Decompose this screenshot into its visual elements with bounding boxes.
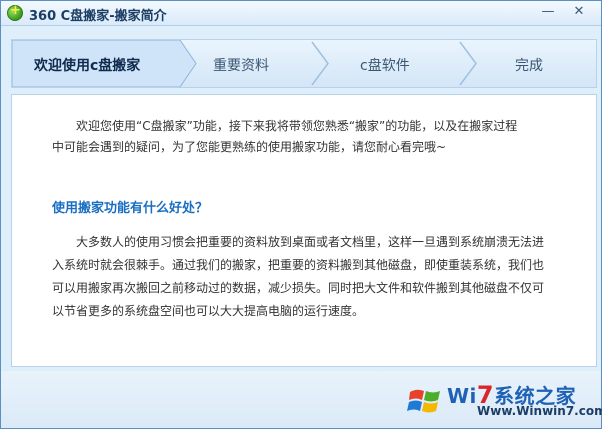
window-title: 360 C盘搬家-搬家简介 — [29, 9, 167, 24]
windows-logo-icon — [407, 389, 440, 413]
body-text-line: 入系统时就会很棘手。通过我们的搬家，把重要的资料搬到其他磁盘，即使重装系统，我们… — [52, 258, 545, 272]
step-welcome: 欢迎使用c盘搬家 — [34, 58, 141, 74]
watermark-brand-prefix: Wi — [447, 384, 477, 408]
section-heading: 使用搬家功能有什么好处？ — [52, 201, 209, 216]
body-text-line: 可以用搬家再次搬回之前移动过的数据，减少损失。同时把大文件和软件搬到其他磁盘不仅… — [52, 281, 545, 295]
step-important-data: 重要资料 — [213, 58, 269, 74]
wizard-steps: 欢迎使用c盘搬家 重要资料 c盘软件 完成 — [11, 39, 597, 88]
intro-text-line: 欢迎您使用“C盘搬家”功能，接下来我将带领您熟悉“搬家”的功能，以及在搬家过程 — [76, 119, 518, 133]
body-text-line: 大多数人的使用习惯会把重要的资料放到桌面或者文档里，这样一旦遇到系统崩溃无法进 — [76, 235, 545, 249]
title-bar[interactable]: 360 C盘搬家-搬家简介 — ✕ — [1, 1, 601, 26]
body-text-line: 以节省更多的系统盘空间也可以大大提高电脑的运行速度。 — [52, 304, 365, 318]
step-separator — [459, 41, 477, 86]
app-window: 360 C盘搬家-搬家简介 — ✕ 欢迎使用c盘搬家 重要资料 c盘软件 完成 … — [0, 0, 602, 429]
app-logo-icon — [7, 3, 23, 21]
intro-text-line: 中可能会遇到的疑问，为了您能更熟练的使用搬家功能，请您耐心看完哦~ — [52, 140, 447, 154]
content-panel: 欢迎您使用“C盘搬家”功能，接下来我将带领您熟悉“搬家”的功能，以及在搬家过程 … — [11, 94, 597, 367]
step-c-drive-software: c盘软件 — [360, 58, 410, 74]
watermark-url: Www.Winwin7.com — [477, 404, 602, 418]
close-button[interactable]: ✕ — [563, 3, 595, 21]
minimize-button[interactable]: — — [537, 3, 559, 21]
step-finish: 完成 — [515, 58, 543, 74]
step-separator — [311, 41, 329, 86]
